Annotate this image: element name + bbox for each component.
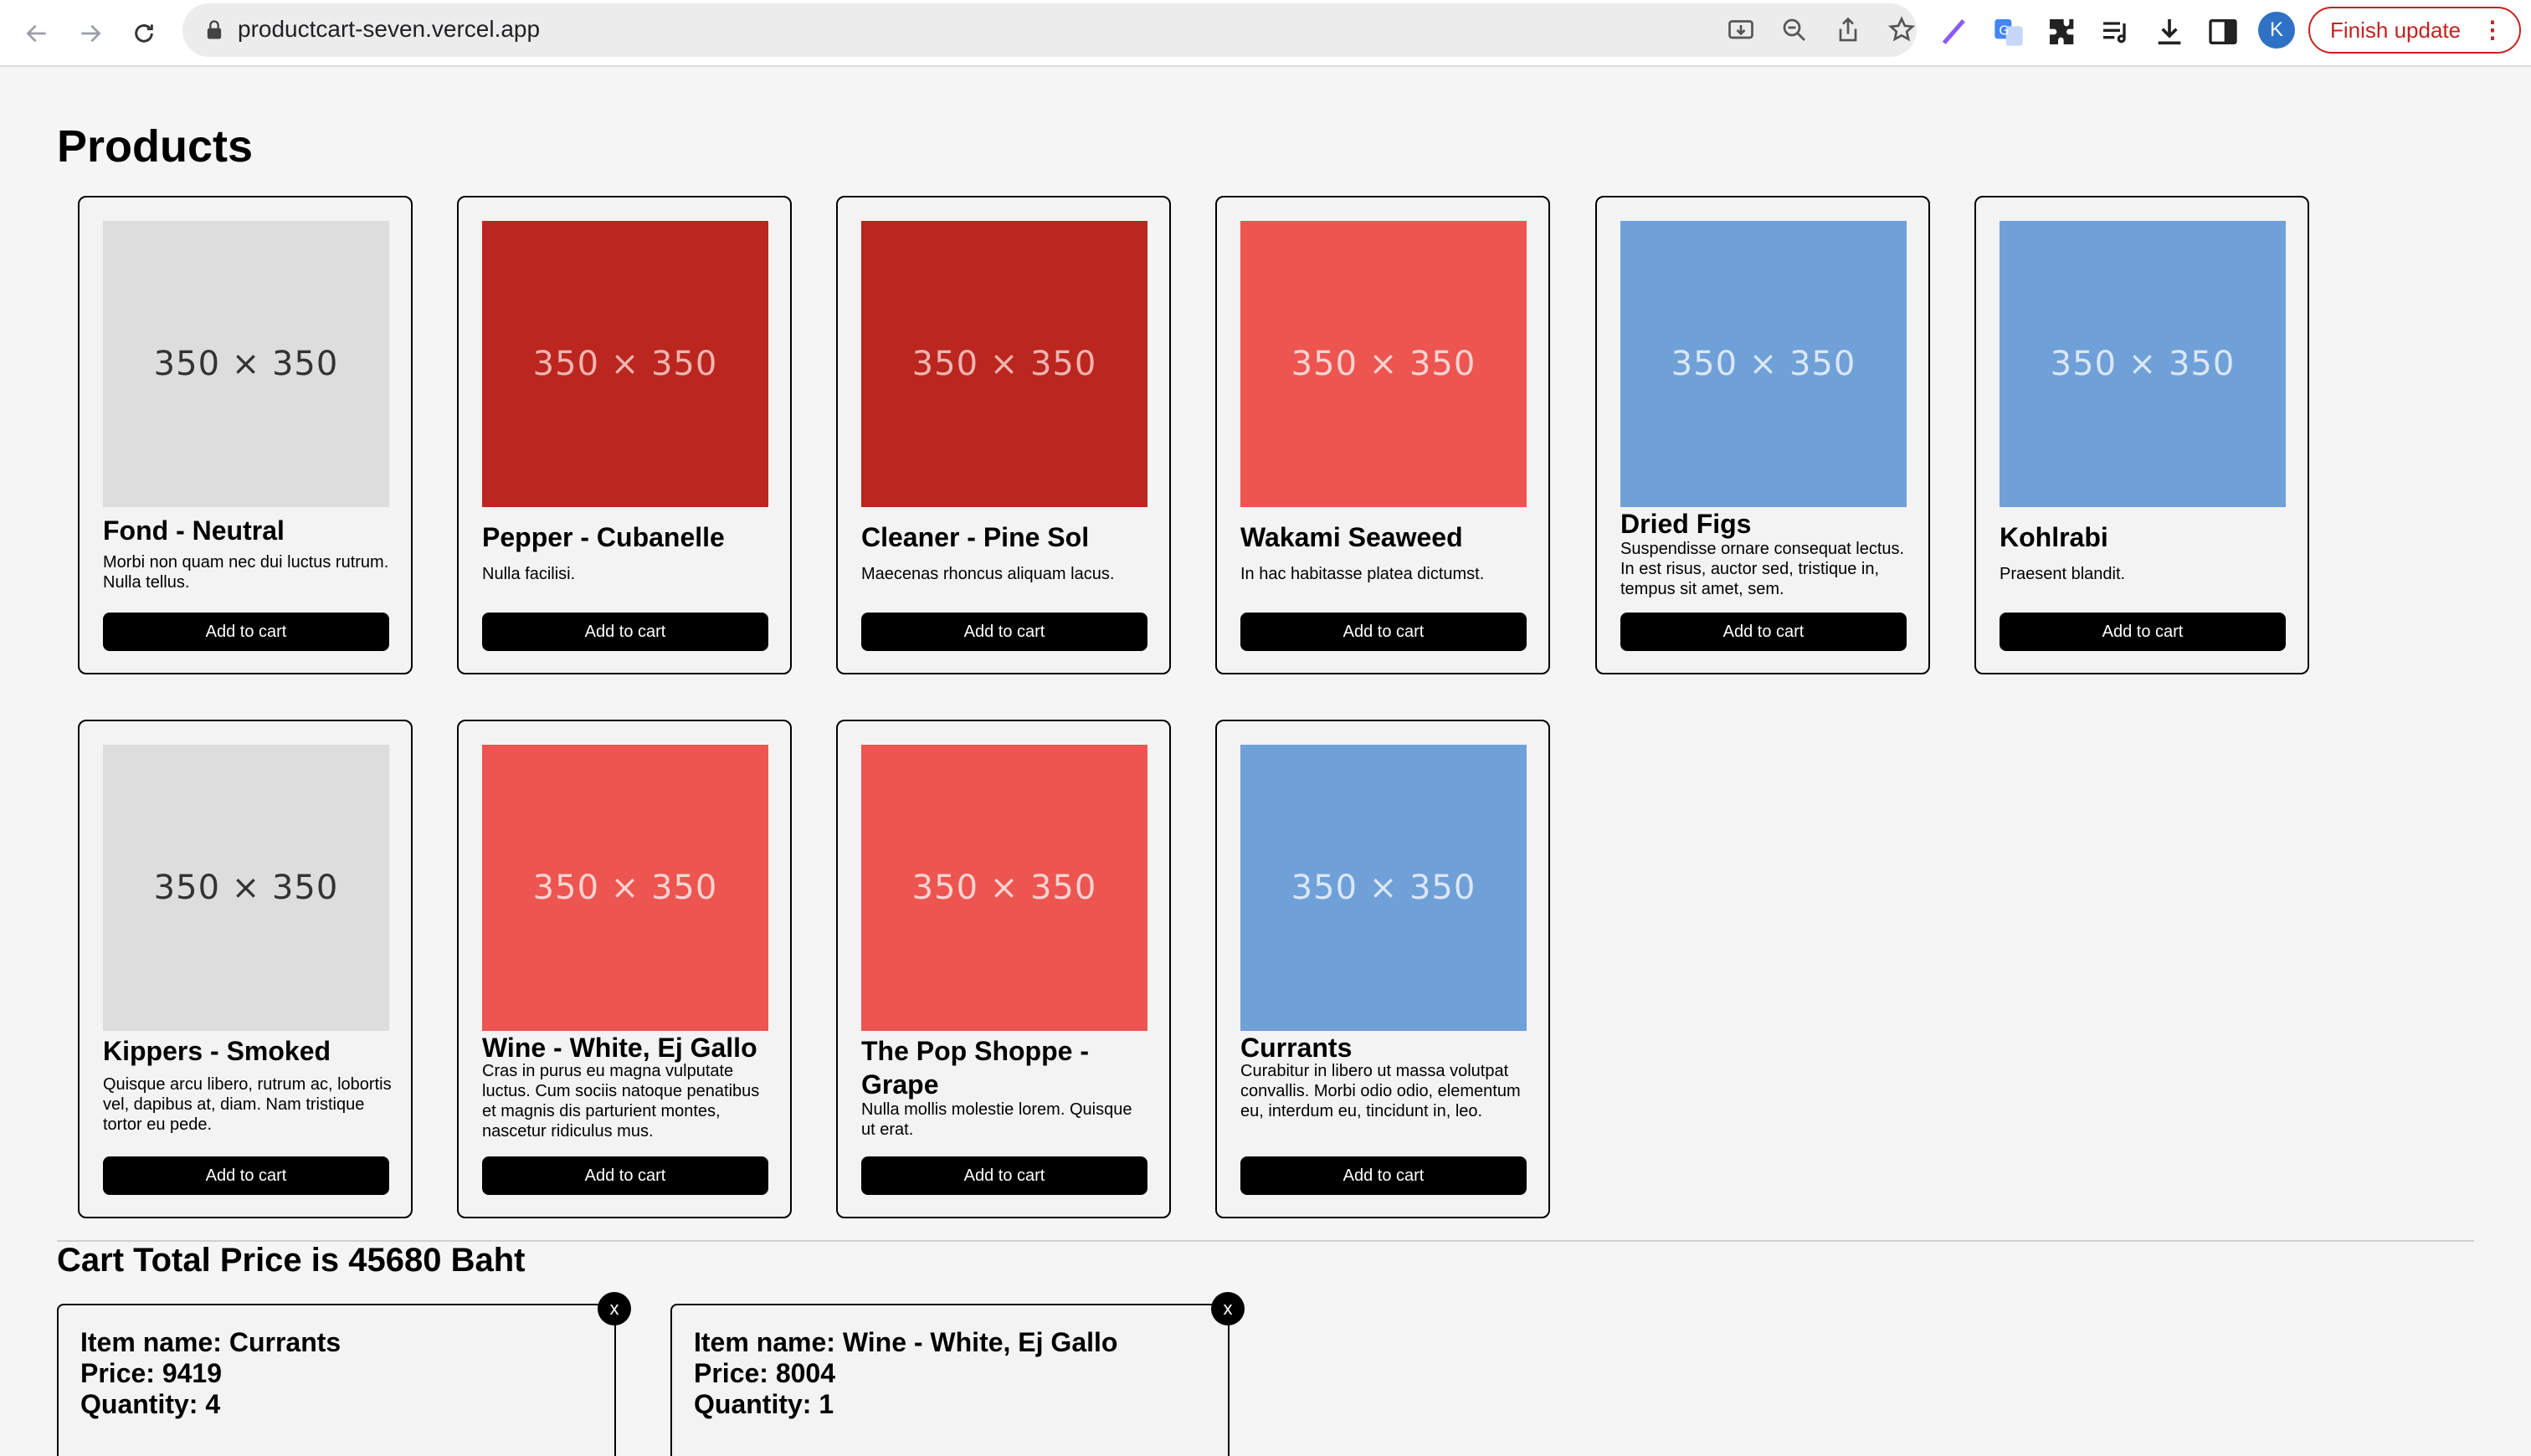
cart-item-quantity: Quantity: 4 <box>80 1389 221 1419</box>
bookmark-star-icon[interactable] <box>1887 15 1917 45</box>
add-to-cart-button[interactable]: Add to cart <box>1620 613 1907 651</box>
svg-text:G: G <box>1999 23 2009 38</box>
url-text: productcart-seven.vercel.app <box>238 16 541 42</box>
product-name: Wakami Seaweed <box>1240 522 1463 552</box>
product-name: Pepper - Cubanelle <box>482 522 725 552</box>
product-image-placeholder: 350 × 350 <box>1240 745 1527 1031</box>
product-description: Suspendisse ornare consequat lectus. In … <box>1620 540 1905 598</box>
product-card: 350 × 350 Kippers - Smoked Quisque arcu … <box>78 720 413 1218</box>
finish-update-button[interactable]: Finish update ⋮ <box>2308 7 2521 54</box>
add-to-cart-button[interactable]: Add to cart <box>861 1156 1147 1195</box>
product-description: Nulla facilisi. <box>482 565 576 583</box>
product-card: 350 × 350 Currants Curabitur in libero u… <box>1215 720 1550 1218</box>
product-description: Maecenas rhoncus aliquam lacus. <box>861 565 1115 583</box>
product-name: Currants <box>1240 1033 1353 1063</box>
product-card: 350 × 350 Pepper - Cubanelle Nulla facil… <box>457 196 792 674</box>
add-to-cart-button[interactable]: Add to cart <box>861 613 1147 651</box>
product-description: Praesent blandit. <box>2000 565 2126 583</box>
product-name: Wine - White, Ej Gallo <box>482 1033 757 1063</box>
cart-item-price: Price: 9419 <box>80 1358 223 1388</box>
product-image-placeholder: 350 × 350 <box>103 745 389 1031</box>
product-description: Curabitur in libero ut massa volutpat co… <box>1240 1062 1521 1120</box>
cart-item-name: Item name: Wine - White, Ej Gallo <box>694 1327 1118 1357</box>
pen-extension-icon[interactable] <box>1938 15 1972 49</box>
product-name: Fond - Neutral <box>103 515 285 546</box>
zoom-icon[interactable] <box>1779 15 1810 45</box>
product-card: 350 × 350 Kohlrabi Praesent blandit. Add… <box>1974 196 2309 674</box>
product-card: 350 × 350 Wine - White, Ej Gallo Cras in… <box>457 720 792 1218</box>
product-card: 350 × 350 Fond - Neutral Morbi non quam … <box>78 196 413 674</box>
product-description: In hac habitasse platea dictumst. <box>1240 565 1485 583</box>
product-name: Kohlrabi <box>2000 522 2108 552</box>
product-image-placeholder: 350 × 350 <box>1620 221 1907 507</box>
remove-item-button[interactable]: x <box>598 1292 631 1325</box>
product-image-placeholder: 350 × 350 <box>482 745 768 1031</box>
forward-icon[interactable] <box>70 13 110 54</box>
add-to-cart-button[interactable]: Add to cart <box>103 1156 389 1195</box>
product-card: 350 × 350 Dried Figs Suspendisse ornare … <box>1595 196 1930 674</box>
remove-item-button[interactable]: x <box>1211 1292 1245 1325</box>
cart-item: Item name: Wine - White, Ej Gallo Price:… <box>670 1292 1245 1456</box>
reading-list-icon[interactable] <box>2099 15 2133 49</box>
extensions-puzzle-icon[interactable] <box>2046 15 2079 49</box>
add-to-cart-button[interactable]: Add to cart <box>482 613 768 651</box>
add-to-cart-button[interactable]: Add to cart <box>2000 613 2286 651</box>
cart-item-name: Item name: Currants <box>80 1327 341 1357</box>
more-menu-icon[interactable]: ⋮ <box>2481 17 2504 44</box>
page-title: Products <box>57 121 254 172</box>
lock-icon <box>207 20 222 39</box>
back-icon[interactable] <box>17 13 57 54</box>
product-description: Morbi non quam nec dui luctus rutrum. Nu… <box>103 553 389 592</box>
product-image-placeholder: 350 × 350 <box>861 221 1147 507</box>
product-card: 350 × 350 Wakami Seaweed In hac habitass… <box>1215 196 1550 674</box>
share-icon[interactable] <box>1833 15 1863 45</box>
product-image-placeholder: 350 × 350 <box>103 221 389 507</box>
product-image-placeholder: 350 × 350 <box>861 745 1147 1031</box>
side-panel-icon[interactable] <box>2206 15 2240 49</box>
product-description: Nulla mollis molestie lorem. Quisque ut … <box>861 1100 1132 1139</box>
downloads-icon[interactable] <box>2153 15 2186 49</box>
product-description: Quisque arcu libero, rutrum ac, lobortis… <box>103 1075 392 1134</box>
product-image-placeholder: 350 × 350 <box>2000 221 2286 507</box>
address-bar[interactable]: productcart-seven.vercel.app <box>182 3 1917 57</box>
product-card: 350 × 350 The Pop Shoppe - Grape Nulla m… <box>836 720 1171 1218</box>
product-name: Kippers - Smoked <box>103 1036 331 1066</box>
add-to-cart-button[interactable]: Add to cart <box>1240 1156 1527 1195</box>
cart-item-price: Price: 8004 <box>694 1358 836 1388</box>
product-card: 350 × 350 Cleaner - Pine Sol Maecenas rh… <box>836 196 1171 674</box>
finish-update-label: Finish update <box>2330 17 2462 43</box>
product-description: Cras in purus eu magna vulputate luctus.… <box>482 1062 760 1141</box>
profile-avatar[interactable]: K <box>2258 12 2295 49</box>
add-to-cart-button[interactable]: Add to cart <box>103 613 389 651</box>
install-app-icon[interactable] <box>1726 15 1756 45</box>
product-image-placeholder: 350 × 350 <box>482 221 768 507</box>
browser-toolbar: productcart-seven.vercel.app G K Finish … <box>0 0 2531 67</box>
cart-total-heading: Cart Total Price is 45680 Baht <box>57 1242 526 1279</box>
product-name: The Pop Shoppe - Grape <box>861 1036 1089 1100</box>
product-name: Dried Figs <box>1620 509 1752 539</box>
add-to-cart-button[interactable]: Add to cart <box>482 1156 768 1195</box>
translate-icon[interactable]: G <box>1992 15 2025 49</box>
reload-icon[interactable] <box>124 13 164 54</box>
cart-item-quantity: Quantity: 1 <box>694 1389 834 1419</box>
cart-item: Item name: Currants Price: 9419 Quantity… <box>57 1292 631 1456</box>
product-name: Cleaner - Pine Sol <box>861 522 1090 552</box>
product-image-placeholder: 350 × 350 <box>1240 221 1527 507</box>
add-to-cart-button[interactable]: Add to cart <box>1240 613 1527 651</box>
